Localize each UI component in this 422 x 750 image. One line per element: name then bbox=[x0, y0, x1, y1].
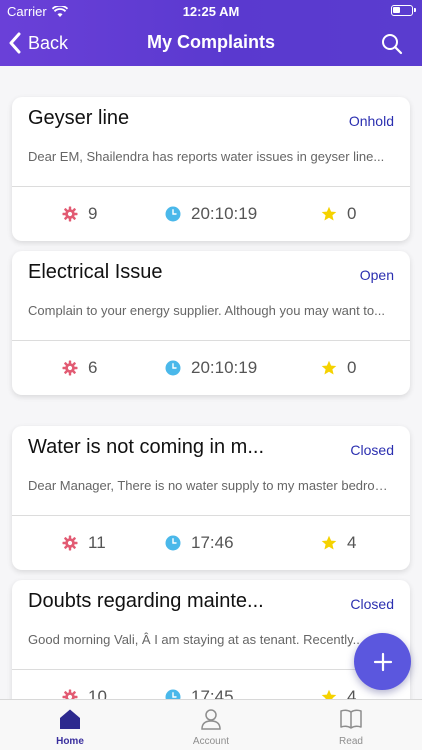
complaint-time-value: 20:10:19 bbox=[191, 358, 258, 377]
book-icon bbox=[340, 709, 362, 729]
star-icon bbox=[321, 689, 337, 699]
complaint-description: Good morning Vali, Â I am staying at as … bbox=[28, 632, 364, 647]
comment-count: 6 bbox=[62, 341, 97, 395]
comment-count: 10 bbox=[62, 670, 107, 699]
gear-icon bbox=[62, 206, 78, 222]
card-footer: 11 17:46 4 bbox=[12, 516, 410, 570]
plus-icon bbox=[373, 652, 392, 671]
clock-icon bbox=[165, 535, 181, 551]
person-icon bbox=[201, 709, 221, 730]
tab-bar: Home Account Read bbox=[0, 699, 422, 750]
star-icon bbox=[321, 360, 337, 375]
complaint-time: 20:10:19 bbox=[165, 187, 257, 241]
complaint-title: Electrical Issue bbox=[28, 261, 163, 283]
complaint-title: Doubts regarding mainte... bbox=[28, 590, 264, 612]
comment-count: 11 bbox=[62, 516, 106, 570]
gear-icon bbox=[62, 535, 78, 551]
complaint-status: Closed bbox=[350, 442, 394, 458]
complaints-list[interactable]: Geyser line Onhold Dear EM, Shailendra h… bbox=[0, 66, 422, 699]
add-complaint-button[interactable] bbox=[354, 633, 411, 690]
comment-count-value: 9 bbox=[88, 204, 98, 223]
home-icon bbox=[60, 709, 80, 729]
search-icon[interactable] bbox=[381, 33, 403, 55]
page-title: My Complaints bbox=[146, 32, 275, 52]
clock-icon bbox=[165, 360, 181, 376]
complaint-rating-value: 4 bbox=[347, 533, 357, 552]
complaint-time-value: 20:10:19 bbox=[191, 204, 258, 223]
tab-read-label: Read bbox=[339, 736, 363, 747]
card-footer: 10 17:45 4 bbox=[12, 670, 410, 699]
complaint-time: 17:45 bbox=[165, 670, 234, 699]
complaint-rating: 0 bbox=[321, 187, 356, 241]
complaint-title: Water is not coming in m... bbox=[28, 436, 264, 458]
complaint-rating-value: 0 bbox=[347, 358, 357, 377]
gear-icon bbox=[62, 689, 78, 699]
complaint-rating: 4 bbox=[321, 516, 356, 570]
tab-account[interactable]: Account bbox=[141, 700, 281, 750]
status-time: 12:25 AM bbox=[182, 4, 240, 19]
complaint-rating-value: 4 bbox=[347, 687, 357, 699]
complaint-description: Complain to your energy supplier. Althou… bbox=[28, 303, 385, 318]
complaint-status: Closed bbox=[350, 596, 394, 612]
complaint-status: Open bbox=[359, 267, 394, 283]
star-icon bbox=[321, 535, 337, 550]
tab-account-label: Account bbox=[192, 736, 230, 747]
complaint-card[interactable]: Electrical Issue Open Complain to your e… bbox=[12, 251, 410, 395]
complaint-time-value: 17:45 bbox=[191, 687, 234, 699]
gear-icon bbox=[62, 360, 78, 376]
clock-icon bbox=[165, 689, 181, 699]
app-header: Carrier 12:25 AM Back My Complaints bbox=[0, 0, 422, 66]
comment-count: 9 bbox=[62, 187, 97, 241]
comment-count-value: 6 bbox=[88, 358, 98, 377]
comment-count-value: 10 bbox=[88, 687, 107, 699]
clock-icon bbox=[165, 206, 181, 222]
battery-icon bbox=[391, 5, 416, 16]
complaint-rating: 0 bbox=[321, 341, 356, 395]
tab-home[interactable]: Home bbox=[0, 700, 140, 750]
complaint-rating: 4 bbox=[321, 670, 356, 699]
complaint-time-value: 17:46 bbox=[191, 533, 234, 552]
complaint-card[interactable]: Water is not coming in m... Closed Dear … bbox=[12, 426, 410, 570]
complaint-rating-value: 0 bbox=[347, 204, 357, 223]
card-footer: 9 20:10:19 0 bbox=[12, 187, 410, 241]
comment-count-value: 11 bbox=[88, 533, 106, 552]
complaint-description: Dear Manager, There is no water supply t… bbox=[28, 478, 394, 493]
complaint-description: Dear EM, Shailendra has reports water is… bbox=[28, 149, 385, 164]
star-icon bbox=[321, 206, 337, 221]
card-footer: 6 20:10:19 0 bbox=[12, 341, 410, 395]
complaint-time: 17:46 bbox=[165, 516, 234, 570]
complaint-card[interactable]: Geyser line Onhold Dear EM, Shailendra h… bbox=[12, 97, 410, 241]
tab-read[interactable]: Read bbox=[281, 700, 421, 750]
status-bar: Carrier 12:25 AM bbox=[0, 0, 422, 22]
complaint-title: Geyser line bbox=[28, 107, 130, 129]
complaint-time: 20:10:19 bbox=[165, 341, 257, 395]
complaint-card[interactable]: Doubts regarding mainte... Closed Good m… bbox=[12, 580, 410, 699]
tab-home-label: Home bbox=[56, 736, 84, 747]
complaint-status: Onhold bbox=[348, 113, 394, 129]
